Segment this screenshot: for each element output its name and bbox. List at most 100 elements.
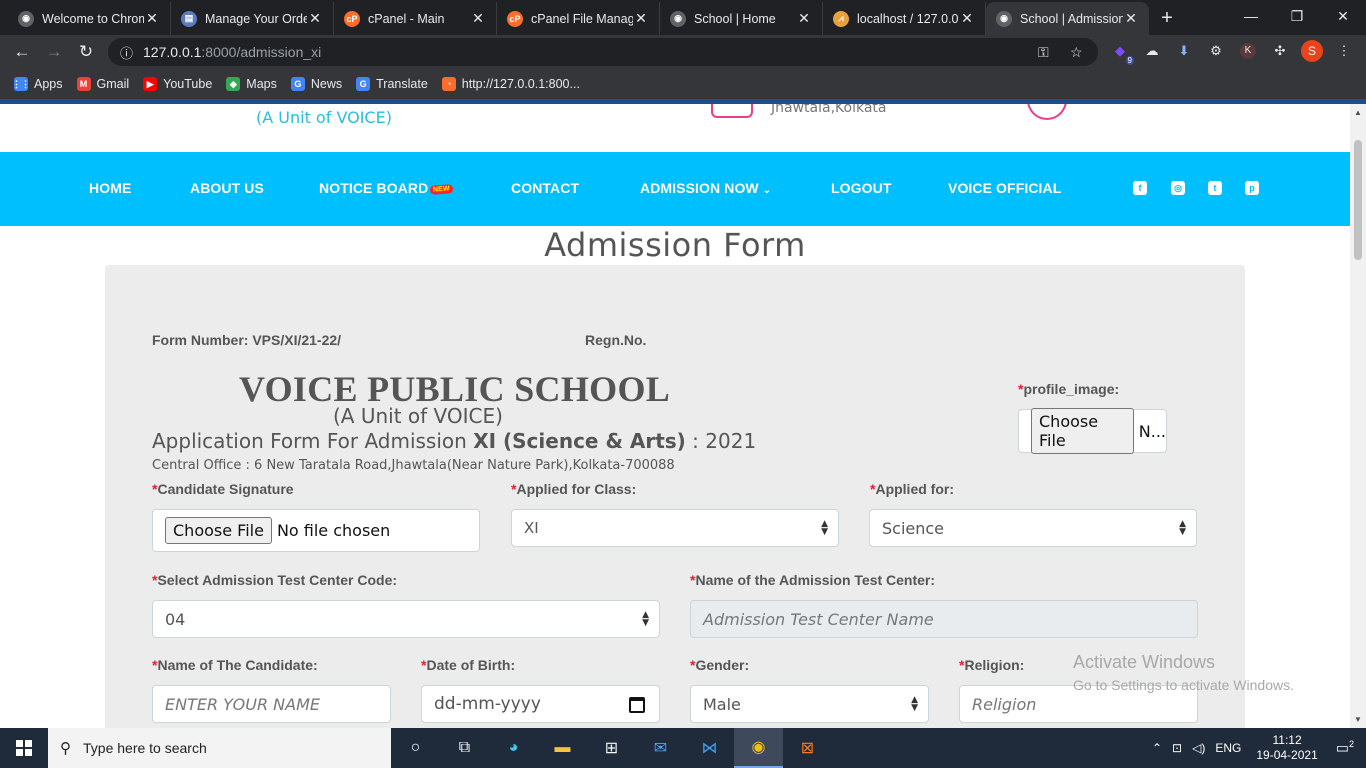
volume-icon[interactable]: ◁) xyxy=(1187,741,1210,755)
vscode-icon[interactable]: ⋈ xyxy=(685,728,734,768)
browser-tab[interactable]: ▤ Manage Your Orders✕ xyxy=(171,2,334,35)
tools-icon[interactable]: ⚙ xyxy=(1204,39,1228,63)
xampp-icon[interactable]: ⊠ xyxy=(783,728,832,768)
network-icon[interactable]: ⊡ xyxy=(1167,741,1187,755)
center-name-label: *Name of the Admission Test Center: xyxy=(690,572,935,588)
tab-favicon-icon: cP xyxy=(507,10,523,27)
tab-close-icon[interactable]: ✕ xyxy=(470,10,486,27)
nav-about-us[interactable]: ABOUT US xyxy=(190,180,264,196)
chevron-up-icon[interactable]: ⌃ xyxy=(1147,741,1167,755)
nav-voice-official[interactable]: VOICE OFFICIAL xyxy=(948,180,1061,196)
center-code-label-text: Select Admission Test Center Code: xyxy=(157,572,398,588)
nav-logout[interactable]: LOGOUT xyxy=(831,180,891,196)
tab-close-icon[interactable]: ✕ xyxy=(1123,10,1139,27)
restore-icon[interactable]: ❐ xyxy=(1274,0,1320,32)
cortana-icon[interactable]: ○ xyxy=(391,728,440,768)
profile-avatar[interactable]: S xyxy=(1300,39,1324,63)
cloud-icon[interactable]: ☁ xyxy=(1140,39,1164,63)
start-button[interactable] xyxy=(0,728,48,768)
url-host: 127.0.0.1 xyxy=(143,44,202,60)
bookmark-item[interactable]: ▶ YouTube xyxy=(143,77,212,91)
language-indicator[interactable]: ENG xyxy=(1210,741,1246,755)
bookmark-item[interactable]: G News xyxy=(290,77,342,91)
chrome-icon[interactable]: ◉ xyxy=(734,728,783,768)
clock-time: 11:12 xyxy=(1272,733,1302,747)
browser-tab[interactable]: ◉ School | Admission ✕ xyxy=(986,2,1149,35)
nav-home[interactable]: HOME xyxy=(89,180,131,196)
back-icon[interactable]: ← xyxy=(6,42,38,62)
profile-image-label: *profile_image: xyxy=(1018,381,1119,397)
tab-title: School | Admission xyxy=(1020,11,1123,26)
nav-admission-now[interactable]: ADMISSION NOW ⌄ xyxy=(640,180,771,196)
scroll-up-icon[interactable]: ▲ xyxy=(1350,108,1366,117)
nav-contact[interactable]: CONTACT xyxy=(511,180,579,196)
signature-input[interactable]: Choose File No file chosen xyxy=(152,509,480,552)
info-icon[interactable]: ⓘ xyxy=(120,43,133,62)
bookmark-item[interactable]: ◔ http://127.0.0.1:800... xyxy=(441,77,580,91)
bookmark-item[interactable]: ◆ Maps xyxy=(226,77,277,91)
browser-tab[interactable]: ◉ School | Home ✕ xyxy=(660,2,823,35)
nav-notice-board[interactable]: NOTICE BOARD NEW xyxy=(319,180,454,196)
puzzle-icon[interactable]: ✣ xyxy=(1268,39,1292,63)
tab-close-icon[interactable]: ✕ xyxy=(959,10,975,27)
browser-tab[interactable]: ◉ Welcome to Chrome✕ xyxy=(8,2,171,35)
tab-close-icon[interactable]: ✕ xyxy=(796,10,812,27)
k-extension-icon[interactable]: K xyxy=(1236,39,1260,63)
store-icon[interactable]: ⊞ xyxy=(587,728,636,768)
dob-input[interactable]: dd-mm-yyyy xyxy=(421,685,660,723)
header-unit: (A Unit of VOICE) xyxy=(256,108,392,127)
tab-close-icon[interactable]: ✕ xyxy=(307,10,323,27)
applied-for-label-text: Applied for: xyxy=(875,481,954,497)
key-icon[interactable]: ⚿ xyxy=(1038,44,1049,61)
close-window-icon[interactable]: ✕ xyxy=(1320,0,1366,32)
edge-icon[interactable]: ◕ xyxy=(489,728,538,768)
center-code-select[interactable]: 04 ▲ ▼ xyxy=(152,600,660,638)
applied-for-select[interactable]: Science ▲ ▼ xyxy=(869,509,1197,547)
taskbar-search-input[interactable]: ⚲ Type here to search xyxy=(48,728,391,768)
bookmark-item[interactable]: G Translate xyxy=(356,77,428,91)
profile-image-input[interactable]: Choose File N... xyxy=(1018,408,1167,454)
mail-icon[interactable]: ✉ xyxy=(636,728,685,768)
book-icon xyxy=(711,104,753,118)
scrollbar-thumb[interactable] xyxy=(1354,140,1362,260)
facebook-icon[interactable]: f xyxy=(1133,181,1147,195)
file-explorer-icon[interactable]: ▬ xyxy=(538,728,587,768)
notification-icon[interactable]: ▭2 xyxy=(1328,739,1366,757)
profile-image-label-text: profile_image: xyxy=(1023,381,1120,397)
bookmark-item[interactable]: ⋮⋮ Apps xyxy=(12,77,63,91)
browser-tab[interactable]: ⩘ localhost / 127.0.0.1 ✕ xyxy=(823,2,986,35)
tab-close-icon[interactable]: ✕ xyxy=(144,10,160,27)
url-input[interactable]: ⓘ 127.0.0.1:8000/admission_xi ⚿ ☆ xyxy=(108,38,1098,66)
bookmark-label: Gmail xyxy=(96,77,130,91)
twitter-icon[interactable]: t xyxy=(1208,181,1222,195)
search-icon: ⚲ xyxy=(60,740,71,757)
minimize-icon[interactable]: — xyxy=(1228,0,1274,32)
menu-icon[interactable]: ⋮ xyxy=(1332,39,1356,63)
tab-close-icon[interactable]: ✕ xyxy=(633,10,649,27)
calendar-icon[interactable] xyxy=(629,697,645,713)
extension-icon[interactable]: ◆ 9 xyxy=(1108,39,1134,65)
bookmark-item[interactable]: M Gmail xyxy=(76,77,130,91)
class-select[interactable]: XI ▲ ▼ xyxy=(511,509,839,547)
profile-choose-file-button[interactable]: Choose File xyxy=(1031,408,1134,454)
download-icon[interactable]: ⬇ xyxy=(1172,39,1196,63)
reload-icon[interactable]: ↻ xyxy=(70,42,102,62)
page-scrollbar[interactable]: ▲ ▼ xyxy=(1350,104,1366,728)
center-name-input[interactable]: Admission Test Center Name xyxy=(690,600,1198,638)
bookmark-star-icon[interactable]: ☆ xyxy=(1070,44,1083,61)
forward-icon[interactable]: → xyxy=(38,42,70,62)
scroll-down-icon[interactable]: ▼ xyxy=(1350,715,1366,724)
new-tab-button[interactable]: + xyxy=(1149,2,1185,35)
gender-select[interactable]: Male ▲ ▼ xyxy=(690,685,929,723)
signature-choose-file-button[interactable]: Choose File xyxy=(165,517,272,544)
pinterest-icon[interactable]: p xyxy=(1245,181,1259,195)
instagram-icon[interactable]: ◎ xyxy=(1171,181,1185,195)
regn-no: Regn.No. xyxy=(585,332,647,348)
signature-label-text: Candidate Signature xyxy=(157,481,294,497)
browser-tab[interactable]: cP cPanel File Manager✕ xyxy=(497,2,660,35)
candidate-name-input[interactable]: ENTER YOUR NAME xyxy=(152,685,391,723)
browser-tab[interactable]: cP cPanel - Main ✕ xyxy=(334,2,497,35)
bookmark-icon: G xyxy=(356,77,371,91)
task-view-icon[interactable]: ⧉ xyxy=(440,728,489,768)
clock[interactable]: 11:12 19-04-2021 xyxy=(1246,733,1327,763)
